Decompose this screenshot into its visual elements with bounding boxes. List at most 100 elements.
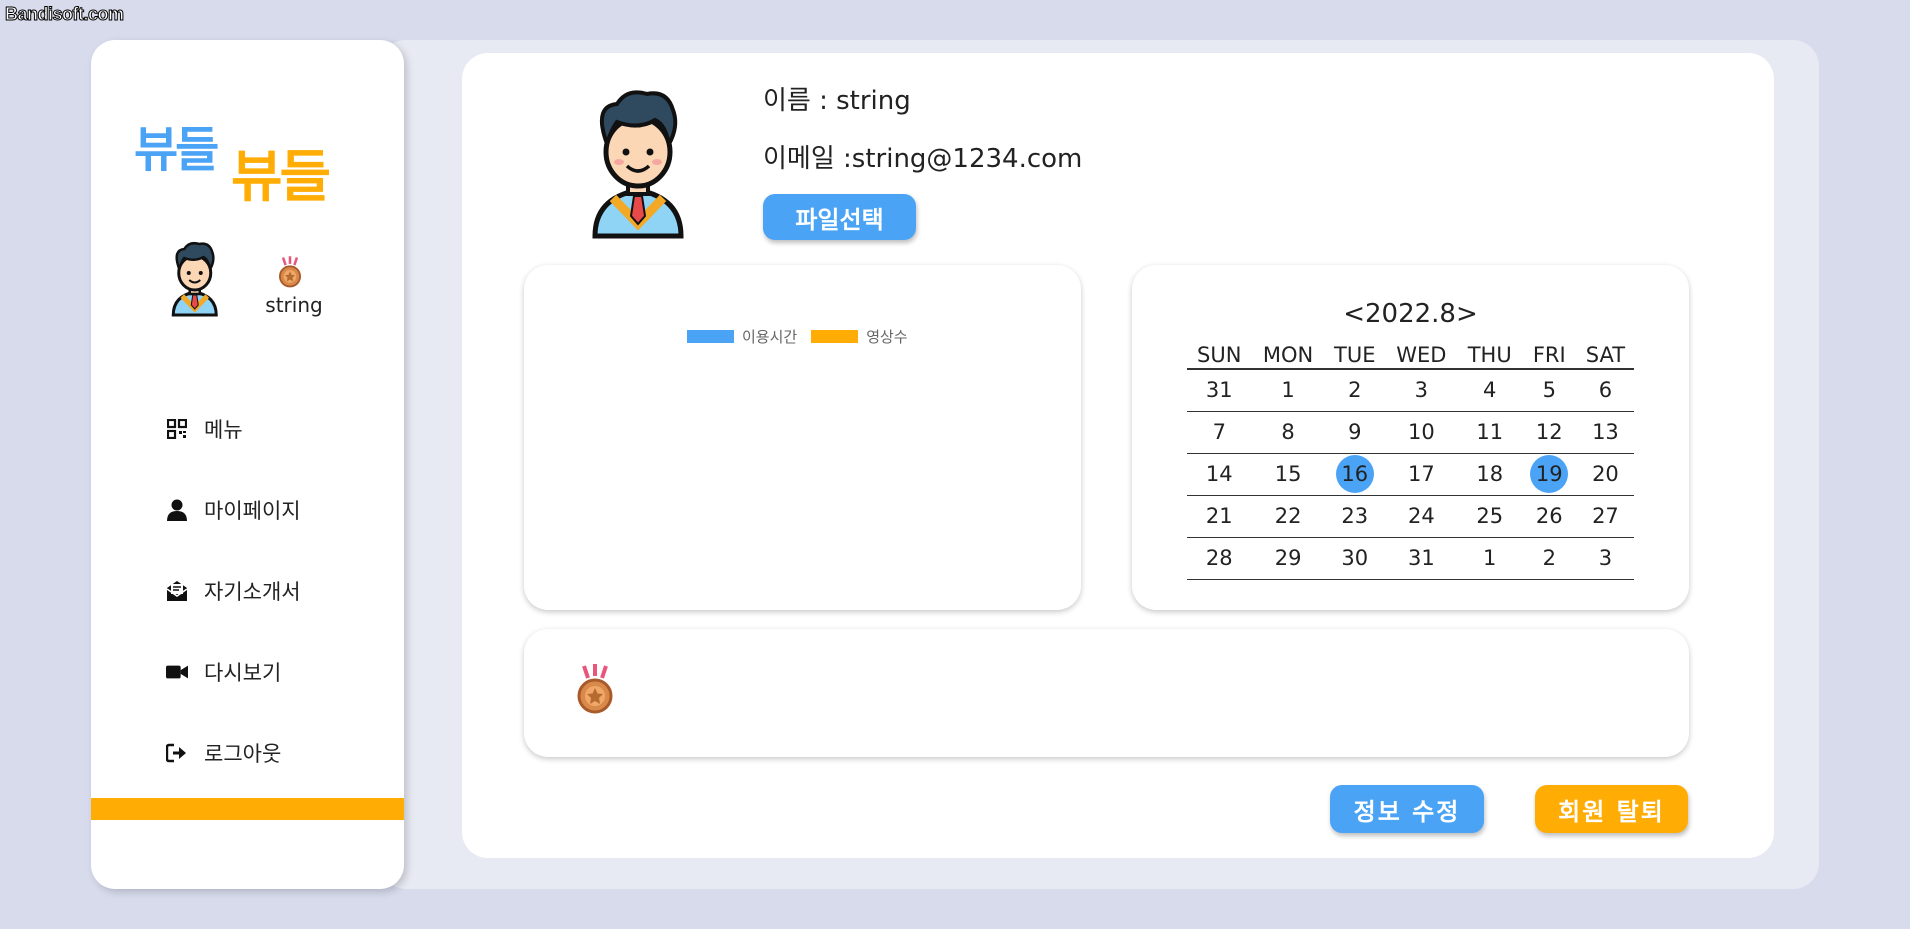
calendar-day-cell[interactable]: 30 — [1324, 537, 1385, 580]
calendar-day-cell[interactable]: 6 — [1576, 369, 1634, 412]
sidebar-item-logout[interactable]: 로그아웃 — [166, 736, 281, 770]
sidebar-item-menu[interactable]: 메뉴 — [166, 412, 243, 446]
profile-avatar[interactable] — [587, 86, 690, 246]
watermark: Bandisoft.com — [5, 4, 125, 25]
calendar-day-number: 28 — [1205, 546, 1233, 570]
calendar-day-number: 3 — [1414, 378, 1429, 403]
calendar-day-number: 11 — [1476, 420, 1504, 444]
calendar-day-cell[interactable]: 28 — [1187, 537, 1252, 580]
calendar-day-cell[interactable]: 27 — [1576, 495, 1634, 538]
calendar-day-number: 6 — [1598, 378, 1613, 403]
calendar-day-number: 23 — [1341, 504, 1369, 528]
calendar-day-cell[interactable]: 9 — [1324, 411, 1385, 454]
bronze-medal-icon — [577, 664, 613, 714]
calendar-weekday: WED — [1384, 341, 1458, 370]
calendar-day-number: 8 — [1281, 420, 1295, 444]
calendar-day-cell[interactable]: 8 — [1251, 411, 1325, 454]
calendar-day-cell[interactable]: 5 — [1521, 369, 1577, 412]
chart-legend: 이용시간 영상수 — [687, 326, 922, 347]
calendar-header: <2022.8> — [1132, 299, 1689, 329]
calendar-day-number: 3 — [1598, 546, 1613, 570]
calendar-week-row: 21 22 23 24 25 26 27 — [1187, 495, 1634, 538]
calendar-day-number: 13 — [1592, 420, 1619, 444]
sidebar-item-label: 로그아웃 — [204, 742, 282, 766]
calendar-day-cell[interactable]: 24 — [1384, 495, 1458, 538]
calendar-day-number: 31 — [1407, 546, 1435, 570]
calendar-day-number: 18 — [1476, 462, 1504, 486]
logo-line-1: 뷰들 — [134, 122, 219, 178]
calendar-day-cell[interactable]: 3 — [1576, 537, 1634, 580]
calendar-body: 31 1 2 3 4 5 6 7 8 9 10 11 12 13 14 15 16 17 18 19 20 21 22 23 2… — [1187, 369, 1634, 580]
calendar-day-number: 22 — [1274, 504, 1302, 528]
calendar-day-cell[interactable]: 2 — [1521, 537, 1577, 580]
app-logo[interactable]: 뷰들 뷰들 — [134, 110, 364, 210]
calendar-day-cell[interactable]: 14 — [1187, 453, 1252, 496]
sidebar-item-mypage[interactable]: 마이페이지 — [166, 493, 301, 527]
calendar-month-title: 2022.8 — [1365, 299, 1456, 329]
calendar-day-number: 30 — [1341, 546, 1369, 570]
calendar-day-highlighted: 19 — [1530, 455, 1569, 493]
calendar-day-cell[interactable]: 10 — [1384, 411, 1458, 454]
calendar-day-number: 21 — [1205, 504, 1233, 528]
calendar-day-cell[interactable]: 19 — [1521, 453, 1577, 496]
calendar-day-number: 27 — [1592, 504, 1619, 528]
calendar-day-number: 1 — [1483, 546, 1497, 570]
sidebar-item-label: 메뉴 — [204, 418, 243, 442]
calendar-day-cell[interactable]: 12 — [1521, 411, 1577, 454]
calendar-day-number: 14 — [1205, 462, 1233, 486]
calendar-day-cell[interactable]: 18 — [1457, 453, 1522, 496]
edit-info-button[interactable]: 정보 수정 — [1330, 785, 1484, 833]
calendar-day-cell[interactable]: 7 — [1187, 411, 1252, 454]
calendar-week-row: 14 15 16 17 18 19 20 — [1187, 453, 1634, 496]
file-select-button[interactable]: 파일선택 — [763, 194, 916, 240]
calendar-day-number: 31 — [1205, 378, 1233, 403]
calendar-day-number: 2 — [1348, 378, 1362, 403]
sidebar-username: string — [265, 293, 323, 317]
calendar-day-highlighted: 16 — [1335, 455, 1374, 493]
calendar-day-cell[interactable]: 2 — [1324, 369, 1385, 412]
calendar-day-cell[interactable]: 31 — [1384, 537, 1458, 580]
calendar-day-number: 2 — [1542, 546, 1556, 570]
calendar-day-cell[interactable]: 29 — [1251, 537, 1325, 580]
calendar-weekday: THU — [1457, 341, 1522, 370]
calendar-day-cell[interactable]: 25 — [1457, 495, 1522, 538]
sidebar-item-coverletter[interactable]: 자기소개서 — [166, 574, 301, 608]
calendar-day-cell[interactable]: 20 — [1576, 453, 1634, 496]
sidebar-item-label: 자기소개서 — [204, 580, 301, 604]
legend-label: 이용시간 — [742, 328, 798, 346]
calendar-day-cell[interactable]: 31 — [1187, 369, 1252, 412]
bronze-medal-icon — [278, 256, 302, 288]
calendar-day-cell[interactable]: 21 — [1187, 495, 1252, 538]
calendar-day-cell[interactable]: 16 — [1324, 453, 1385, 496]
calendar-day-cell[interactable]: 3 — [1384, 369, 1458, 412]
calendar-day-cell[interactable]: 1 — [1457, 537, 1522, 580]
calendar-next-button[interactable]: > — [1456, 299, 1478, 329]
video-camera-icon — [166, 661, 188, 683]
calendar-weekday: SAT — [1576, 341, 1634, 370]
calendar-weekday: MON — [1251, 341, 1325, 370]
calendar-day-number: 25 — [1476, 504, 1504, 528]
legend-item-usage-time[interactable]: 이용시간 — [687, 326, 797, 347]
sidebar: 뷰들 뷰들 string 메뉴 마이페이지 자기소개서 다시보기 로그아웃 — [91, 40, 404, 889]
calendar-day-cell[interactable]: 15 — [1251, 453, 1325, 496]
calendar-card: <2022.8> SUN MON TUE WED THU FRI SAT 31 1 2 3 4 5 6 7… — [1132, 265, 1689, 610]
calendar-day-cell[interactable]: 17 — [1384, 453, 1458, 496]
calendar-day-cell[interactable]: 13 — [1576, 411, 1634, 454]
legend-item-video-count[interactable]: 영상수 — [811, 326, 908, 347]
calendar-day-number: 5 — [1542, 378, 1556, 403]
calendar-day-cell[interactable]: 4 — [1457, 369, 1522, 412]
sidebar-item-replay[interactable]: 다시보기 — [166, 655, 281, 689]
sidebar-item-label: 마이페이지 — [204, 499, 301, 523]
calendar-day-cell[interactable]: 1 — [1251, 369, 1325, 412]
calendar-day-cell[interactable]: 23 — [1324, 495, 1385, 538]
envelope-icon — [166, 580, 188, 602]
calendar-day-cell[interactable]: 26 — [1521, 495, 1577, 538]
withdraw-button[interactable]: 회원 탈퇴 — [1535, 785, 1688, 833]
calendar-day-cell[interactable]: 11 — [1457, 411, 1522, 454]
badge-card — [524, 629, 1689, 757]
legend-label: 영상수 — [866, 328, 908, 346]
calendar-prev-button[interactable]: < — [1343, 299, 1365, 329]
profile-email: 이메일 :string@1234.com — [763, 144, 1083, 174]
legend-swatch — [811, 330, 859, 343]
calendar-day-cell[interactable]: 22 — [1251, 495, 1325, 538]
